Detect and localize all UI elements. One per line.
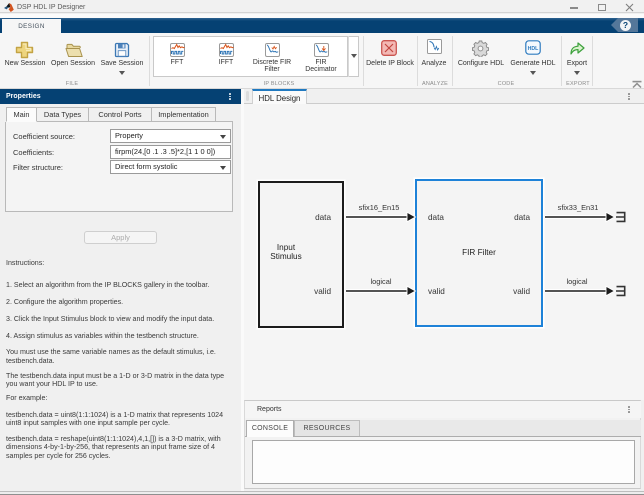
- svg-text:HDL: HDL: [528, 46, 539, 52]
